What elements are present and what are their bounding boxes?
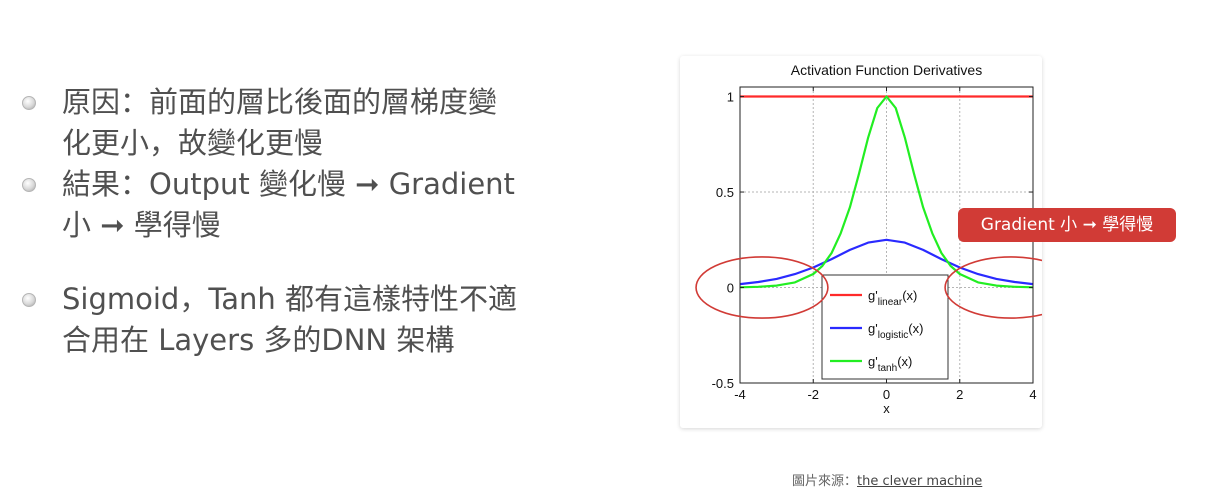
bullet-text-line: 原因：前面的層比後面的層梯度變 (62, 85, 498, 119)
y-tick-label: 0.5 (716, 185, 734, 200)
chart-title: Activation Function Derivatives (791, 62, 982, 78)
callout-label: Gradient 小 ➞ 學得慢 (958, 208, 1176, 242)
x-axis-label: x (883, 401, 890, 416)
bullet-text-line: 小 ➞ 學得慢 (62, 208, 221, 242)
x-tick-label: 2 (956, 387, 963, 402)
bullet-list: 原因：前面的層比後面的層梯度變 化更小，故變化更慢 結果：Output 變化慢 … (22, 82, 592, 361)
source-link[interactable]: the clever machine (857, 474, 982, 489)
x-tick-label: -2 (807, 387, 819, 402)
bullet-text-line: 結果：Output 變化慢 ➞ Gradient (62, 167, 515, 201)
bullet-item: 原因：前面的層比後面的層梯度變 化更小，故變化更慢 (22, 82, 592, 164)
bullet-dot-icon (22, 178, 36, 192)
image-source: 圖片來源：the clever machine (792, 470, 982, 489)
bullet-item: Sigmoid，Tanh 都有這樣特性不適 合用在 Layers 多的DNN 架… (22, 279, 592, 361)
y-tick-label: 0 (727, 281, 734, 296)
bullet-dot-icon (22, 293, 36, 307)
y-tick-label: 1 (727, 90, 734, 105)
chart-card: -4 -2 0 2 4 -0.5 0 0.5 1 Activation Function Deri… (680, 56, 1042, 428)
x-tick-label: 4 (1029, 387, 1036, 402)
derivatives-chart: -4 -2 0 2 4 -0.5 0 0.5 1 Activation Function Deri… (695, 62, 1042, 416)
source-label: 圖片來源： (792, 474, 858, 489)
bullet-dot-icon (22, 96, 36, 110)
bullet-text-line: 化更小，故變化更慢 (62, 126, 324, 160)
x-tick-label: -4 (734, 387, 746, 402)
x-tick-label: 0 (883, 387, 890, 402)
bullet-text-line: 合用在 Layers 多的DNN 架構 (62, 323, 455, 357)
y-tick-label: -0.5 (712, 376, 734, 391)
bullet-text-line: Sigmoid，Tanh 都有這樣特性不適 (62, 282, 517, 316)
bullet-item: 結果：Output 變化慢 ➞ Gradient 小 ➞ 學得慢 (22, 164, 592, 246)
